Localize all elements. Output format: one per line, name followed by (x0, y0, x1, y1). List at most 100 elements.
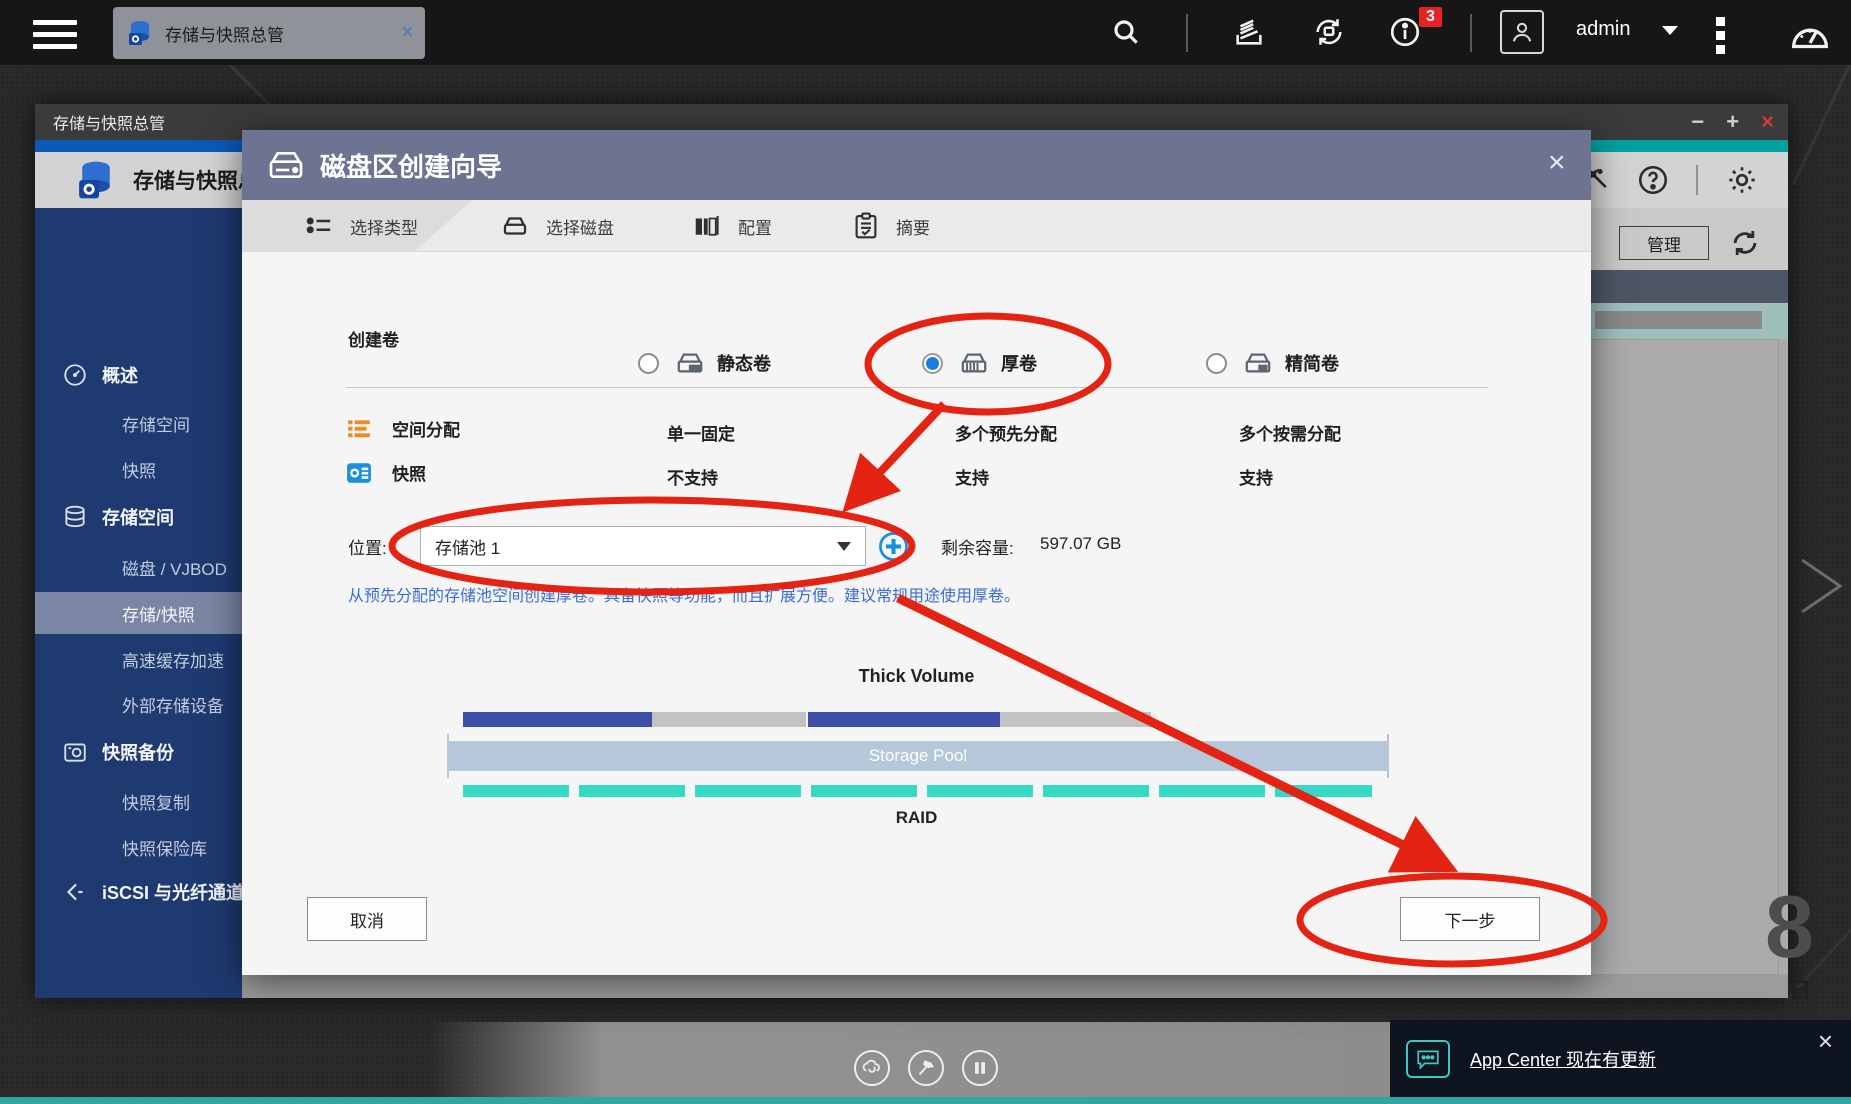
thin-volume-icon (1241, 349, 1275, 377)
sidebar-item-label: 高速缓存加速 (122, 647, 224, 672)
app-center-update-link[interactable]: App Center 现在有更新 (1470, 1046, 1656, 1072)
cancel-button[interactable]: 取消 (307, 897, 427, 941)
add-storage-pool-button[interactable] (877, 530, 910, 563)
feature-value: 支持 (955, 464, 989, 489)
screen: 存储与快照总管 × 3 (0, 0, 1851, 1104)
step-label: 选择磁盘 (546, 214, 614, 239)
top-menu-bar: 存储与快照总管 × 3 (0, 0, 1851, 65)
chat-bubble-icon (1406, 1040, 1450, 1078)
feature-label: 快照 (392, 460, 426, 485)
close-icon[interactable]: × (1761, 109, 1774, 135)
app-center-notification[interactable]: App Center 现在有更新 × (1390, 1020, 1851, 1097)
chevron-right-icon (1802, 560, 1840, 612)
sidebar-item-label: 存储空间 (102, 504, 174, 530)
radio-label: 精简卷 (1285, 350, 1339, 376)
more-options-icon[interactable] (1716, 12, 1725, 59)
window-title: 存储与快照总管 (53, 110, 165, 134)
sidebar-item-label: 快照复制 (122, 789, 190, 814)
notification-close-icon[interactable]: × (1818, 1026, 1833, 1057)
sidebar-item-label: 概述 (102, 362, 138, 388)
sidebar-item-snapshot-vault[interactable]: 快照保险库 (35, 826, 242, 868)
bars-config-icon (692, 213, 722, 239)
volume-used-bar (463, 712, 652, 727)
maximize-icon[interactable]: + (1726, 109, 1739, 135)
sidebar-item-external-storage[interactable]: 外部存储设备 (35, 683, 242, 725)
resource-monitor-icon[interactable] (1788, 12, 1832, 52)
storage-pool-selected-value: 存储池 1 (435, 534, 500, 559)
thick-volume-icon (957, 349, 991, 377)
help-icon[interactable] (1636, 163, 1670, 197)
user-profile-icon[interactable] (1500, 10, 1544, 54)
dialog-close-icon[interactable]: × (1548, 148, 1566, 178)
radio-icon[interactable] (638, 353, 659, 374)
pause-icon[interactable] (962, 1050, 998, 1086)
sidebar-item-storage[interactable]: 存储空间 (35, 496, 242, 538)
sidebar-item-storage-space-overview[interactable]: 存储空间 (35, 402, 242, 444)
step-configure: 配置 (692, 200, 772, 252)
next-button[interactable]: 下一步 (1400, 897, 1540, 941)
chevron-down-icon[interactable] (1662, 26, 1678, 35)
tab-close-icon[interactable]: × (402, 22, 413, 44)
gauge-icon (62, 362, 88, 388)
sidebar-item-snapshot-replica[interactable]: 快照复制 (35, 780, 242, 822)
step-label: 配置 (738, 214, 772, 239)
device-sync-icon[interactable] (1312, 15, 1346, 49)
step-summary: 摘要 (852, 200, 930, 252)
bottom-accent-strip (0, 1097, 1851, 1104)
minimize-icon[interactable]: − (1691, 109, 1704, 135)
tab-title: 存储与快照总管 (165, 21, 402, 46)
storage-pool-band-label: Storage Pool (869, 746, 967, 766)
raid-segment (811, 785, 917, 797)
sidebar-item-snapshot-backup[interactable]: 快照备份 (35, 731, 242, 773)
step-select-type: 选择类型 (304, 200, 418, 252)
volume-free-bar (1000, 712, 1151, 727)
sidebar-item-label: 快照备份 (102, 739, 174, 765)
admin-menu-label[interactable]: admin (1576, 18, 1630, 41)
sidebar-nav: 概述 存储空间 快照 存储空间 磁盘 / VJBOD 存储/快照 高速缓存加速 (35, 208, 242, 998)
app-tab[interactable]: 存储与快照总管 × (113, 7, 425, 59)
radio-icon[interactable] (1206, 353, 1227, 374)
section-label: 创建卷 (348, 326, 399, 351)
radio-thin-volume[interactable]: 精简卷 (1206, 346, 1339, 380)
background-text-fragment: 8 (1765, 876, 1814, 978)
allocation-list-icon (346, 417, 372, 441)
settings-gear-icon[interactable] (1724, 162, 1760, 198)
manage-button[interactable]: 管理 (1619, 226, 1709, 260)
location-label: 位置: (348, 534, 387, 559)
main-menu-icon[interactable] (33, 13, 77, 56)
cloud-sync-icon[interactable] (854, 1050, 890, 1086)
sidebar-item-disks-vjbod[interactable]: 磁盘 / VJBOD (35, 546, 242, 588)
sidebar-item-iscsi[interactable]: iSCSI 与光纤通道 (35, 871, 242, 913)
search-icon[interactable] (1110, 16, 1142, 48)
volume-creation-wizard-dialog: 磁盘区创建向导 × 选择类型 选择磁盘 (242, 130, 1591, 975)
feature-row-snapshot: 快照 (346, 460, 426, 485)
step-select-disks: 选择磁盘 (500, 200, 614, 252)
radio-static-volume[interactable]: 静态卷 (638, 346, 771, 380)
sidebar-item-snapshot-overview[interactable]: 快照 (35, 448, 242, 490)
refresh-icon[interactable] (1728, 226, 1762, 260)
feature-row-allocation: 空间分配 (346, 416, 460, 441)
storage-pool-select[interactable]: 存储池 1 (420, 526, 866, 566)
sidebar-item-storage-snapshots[interactable]: 存储/快照 (35, 592, 242, 634)
feature-value: 多个按需分配 (1239, 420, 1341, 445)
hammer-icon[interactable] (908, 1050, 944, 1086)
background-text-fragment: 日 (1789, 973, 1811, 1005)
window-footer (242, 975, 1788, 998)
raid-segment (579, 785, 685, 797)
radio-label: 静态卷 (717, 350, 771, 376)
raid-segment (1275, 785, 1372, 797)
database-icon (62, 504, 88, 530)
notifications-info-icon[interactable] (1388, 15, 1422, 49)
sidebar-item-label: 存储/快照 (122, 601, 195, 626)
sidebar-item-cache-acceleration[interactable]: 高速缓存加速 (35, 638, 242, 680)
sidebar-item-overview[interactable]: 概述 (35, 354, 242, 396)
clipboard-summary-icon (852, 211, 880, 241)
background-tasks-icon[interactable] (1232, 15, 1266, 49)
radio-icon-selected[interactable] (922, 353, 943, 374)
iscsi-link-icon (62, 879, 88, 905)
capacity-bar (1595, 311, 1762, 329)
raid-segment (1043, 785, 1149, 797)
radio-thick-volume[interactable]: 厚卷 (922, 346, 1037, 380)
storage-snapshot-app-icon (125, 18, 155, 48)
feature-value: 多个预先分配 (955, 420, 1057, 445)
